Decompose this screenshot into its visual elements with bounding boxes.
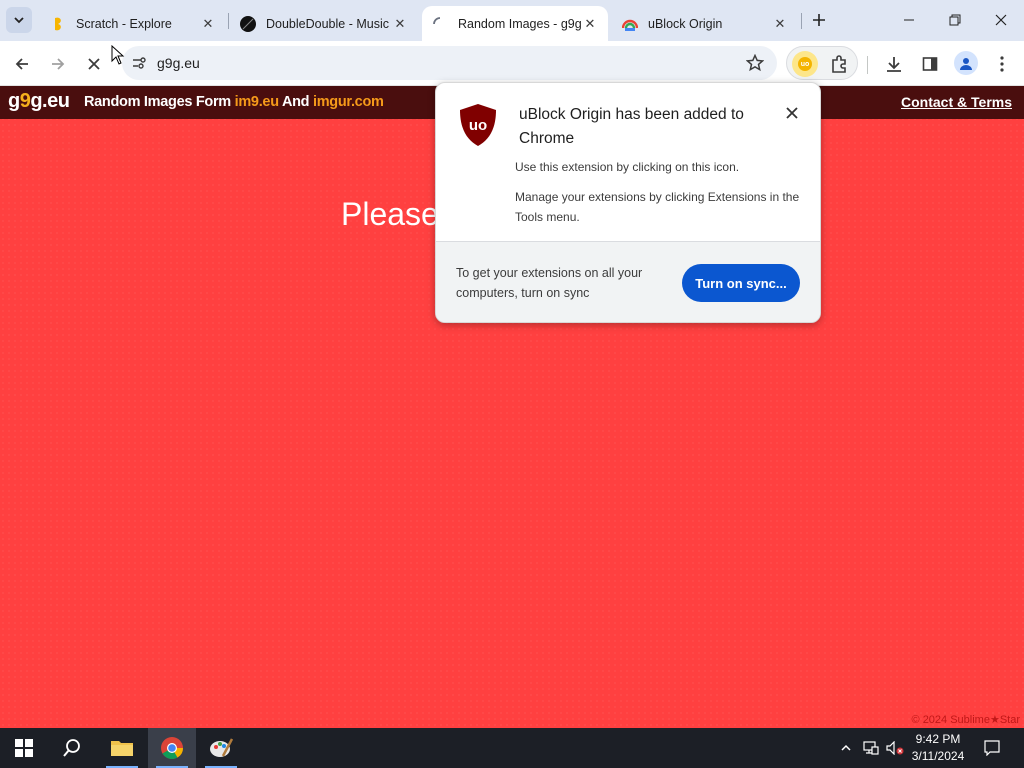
arrow-left-icon: [15, 58, 28, 70]
download-icon: [887, 57, 901, 72]
downloads-button[interactable]: [880, 50, 908, 78]
stop-loading-button[interactable]: [80, 50, 108, 78]
show-hidden-icons-button[interactable]: [836, 728, 856, 768]
plus-icon: [813, 14, 825, 26]
restore-button[interactable]: [932, 6, 978, 34]
mouse-cursor-icon: [111, 45, 125, 65]
tab-search-button[interactable]: [6, 7, 32, 33]
ublock-extension-button[interactable]: uo: [792, 51, 818, 77]
logo-part: g: [8, 90, 20, 112]
new-tab-button[interactable]: [808, 9, 830, 31]
sync-prompt-text: To get your extensions on all your compu…: [456, 266, 643, 300]
minimize-icon: [904, 19, 914, 21]
paint-app-button[interactable]: [197, 728, 245, 768]
forward-button[interactable]: [44, 50, 72, 78]
close-icon[interactable]: [782, 103, 802, 123]
dialog-description: Manage your extensions by clicking Exten…: [515, 190, 800, 224]
chevron-up-icon: [841, 744, 851, 751]
site-tagline: Random Images Form im9.eu And imgur.com: [84, 94, 384, 110]
notification-center-button[interactable]: [980, 728, 1004, 768]
tagline-text: And: [278, 94, 313, 110]
paint-palette-icon: [210, 738, 233, 757]
search-button[interactable]: [48, 728, 96, 768]
extension-installed-dialog: uo uBlock Origin has been added to Chrom…: [435, 82, 821, 323]
please-message: Please: [341, 196, 439, 232]
toolbar-divider: [867, 56, 868, 74]
network-icon[interactable]: [860, 728, 882, 768]
person-icon: [960, 58, 972, 70]
ublock-shield-icon: uo: [460, 104, 496, 146]
arrow-right-icon: [52, 58, 65, 70]
clock-date: 3/11/2024: [911, 749, 965, 763]
tab-title: Random Images - g9g: [458, 16, 582, 31]
more-vertical-icon: [1000, 56, 1004, 72]
browser-toolbar: g9g.eu uo: [0, 41, 1024, 86]
address-bar[interactable]: g9g.eu: [122, 46, 777, 80]
tab-strip: Scratch - Explore ✕ DoubleDouble - Music…: [0, 0, 1024, 41]
ublock-icon: uo: [798, 57, 812, 71]
svg-text:uo: uo: [469, 117, 487, 134]
logo-part: 9: [19, 90, 31, 112]
close-icon[interactable]: ✕: [582, 16, 598, 32]
imgur-link[interactable]: imgur.com: [313, 94, 384, 110]
tagline-text: Random Images Form: [84, 94, 235, 110]
minimize-button[interactable]: [886, 6, 932, 34]
start-button[interactable]: [0, 728, 48, 768]
dialog-description: Use this extension by clicking on this i…: [515, 160, 740, 174]
tab-scratch[interactable]: Scratch - Explore ✕: [40, 6, 226, 41]
extensions-group: uo: [786, 46, 858, 80]
windows-taskbar: 9:42 PM 3/11/2024: [0, 728, 1024, 768]
system-clock[interactable]: 9:42 PM 3/11/2024: [904, 731, 972, 765]
contact-terms-link[interactable]: Contact & Terms: [901, 94, 1012, 110]
url-text[interactable]: g9g.eu: [157, 55, 200, 71]
side-panel-button[interactable]: [916, 50, 944, 78]
dialog-footer: To get your extensions on all your compu…: [436, 241, 820, 322]
tab-separator: [228, 13, 229, 29]
extensions-button[interactable]: [827, 52, 851, 76]
back-button[interactable]: [8, 50, 36, 78]
clock-time: 9:42 PM: [915, 732, 961, 746]
chrome-taskbar-button[interactable]: [148, 728, 196, 768]
tab-doubledouble[interactable]: DoubleDouble - Music ✕: [230, 6, 418, 41]
file-explorer-button[interactable]: [98, 728, 146, 768]
logo-part: g.eu: [30, 90, 70, 112]
folder-icon: [111, 741, 133, 756]
dialog-title: uBlock Origin has been added to Chrome: [519, 106, 744, 147]
tab-title: DoubleDouble - Music: [266, 16, 389, 31]
close-icon[interactable]: ✕: [392, 16, 408, 32]
site-info-icon[interactable]: [128, 52, 150, 74]
puzzle-icon: [832, 55, 846, 73]
chevron-down-icon: [14, 17, 24, 24]
copyright-text: © 2024 Sublime★Star: [911, 714, 1020, 726]
site-logo[interactable]: g9g.eu: [8, 90, 70, 113]
restore-icon: [949, 14, 961, 26]
scratch-icon: [50, 16, 66, 32]
tab-title: Scratch - Explore: [76, 16, 172, 31]
tab-random-images[interactable]: Random Images - g9g ✕: [422, 6, 608, 41]
tab-title: uBlock Origin: [648, 16, 723, 31]
close-icon[interactable]: ✕: [772, 16, 788, 32]
windows-icon: [15, 739, 33, 757]
im9-link[interactable]: im9.eu: [235, 94, 279, 110]
close-window-button[interactable]: [978, 6, 1024, 34]
turn-on-sync-button[interactable]: Turn on sync...: [682, 264, 800, 302]
bookmark-star-icon[interactable]: [745, 53, 765, 73]
volume-muted-icon[interactable]: [884, 728, 906, 768]
search-icon: [63, 739, 80, 757]
chrome-web-store-icon: [622, 16, 638, 32]
loading-spinner-icon: [432, 16, 448, 32]
close-icon: [995, 14, 1007, 26]
doubledouble-icon: [240, 15, 256, 32]
close-icon[interactable]: ✕: [200, 16, 216, 32]
tab-separator: [801, 13, 802, 29]
notification-icon: [984, 740, 1000, 756]
profile-avatar[interactable]: [954, 51, 978, 75]
side-panel-icon: [922, 57, 938, 71]
tab-ublock-origin[interactable]: uBlock Origin ✕: [612, 6, 798, 41]
close-icon: [88, 58, 100, 70]
chrome-icon: [161, 737, 183, 759]
chrome-menu-button[interactable]: [988, 50, 1016, 78]
